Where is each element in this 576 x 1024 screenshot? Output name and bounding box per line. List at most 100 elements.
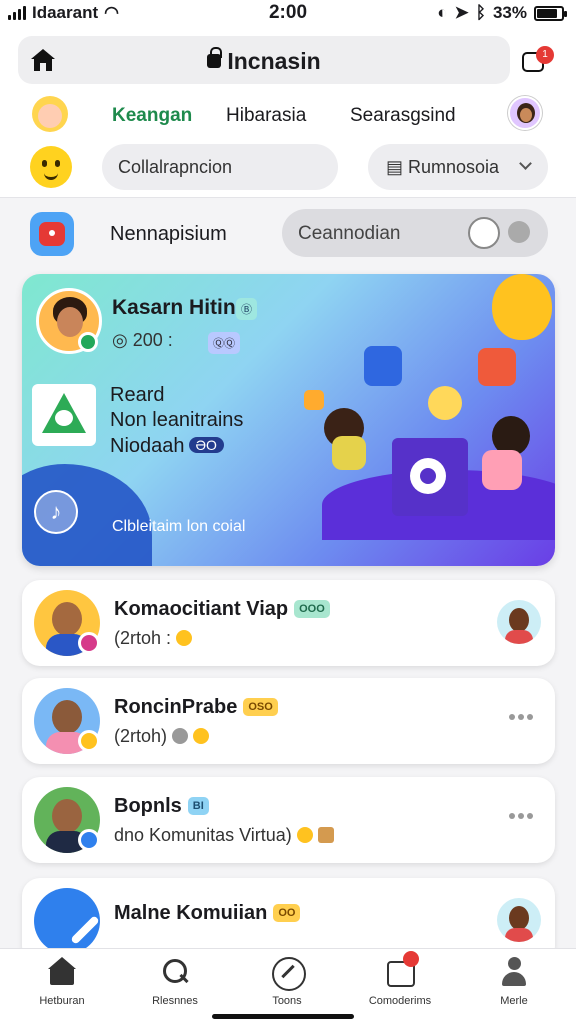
music-icon [193, 728, 210, 744]
mic-icon[interactable] [508, 221, 530, 243]
card-tag: BI [187, 797, 209, 815]
profile-avatar[interactable] [32, 96, 68, 132]
bottom-nav: Hetburan Rlesnnes Toons Comoderims Merle [0, 948, 576, 1024]
hero-line-3-text: Niodaah [110, 435, 185, 457]
tools-avatar[interactable] [34, 888, 100, 954]
app-icon[interactable] [30, 212, 74, 256]
home-indicator[interactable] [212, 1014, 354, 1019]
host-tag: Ⓑ [236, 298, 257, 320]
nav-label: Toons [272, 995, 302, 1007]
more-icon[interactable] [509, 813, 533, 819]
card-subtitle: (2rtoh : [114, 628, 193, 649]
host-meta: ◎ 200 : [112, 330, 173, 351]
status-icon [78, 632, 100, 654]
lock-icon [207, 47, 223, 68]
card-tag: OSO [243, 698, 278, 716]
online-status-icon [78, 332, 98, 352]
nav-label: Merle [500, 995, 528, 1007]
nav-label: Comoderims [368, 995, 432, 1007]
card-subtitle-text: (2rtoh : [114, 628, 172, 648]
nav-label: Rlesnnes [152, 995, 198, 1007]
member-avatar[interactable] [497, 898, 541, 942]
card-title: RoncinPrabe OSO [114, 696, 278, 719]
search-input[interactable]: Collalrapncion [102, 144, 338, 190]
search-icon [160, 957, 190, 987]
calendar-icon: ▤ [386, 157, 409, 177]
tab-hibarasia[interactable]: Hibarasia [226, 105, 306, 127]
community-logo[interactable] [32, 384, 96, 446]
list-item[interactable]: RoncinPrabe OSO (2rtoh) [22, 678, 555, 764]
tab-keangan[interactable]: Keangan [112, 105, 192, 127]
category-pill[interactable]: Ceannodian [282, 209, 548, 257]
card-title-text: RoncinPrabe [114, 696, 238, 718]
list-item[interactable]: Komaocitiant Viap OOO (2rtoh : [22, 580, 555, 666]
character-body [332, 436, 366, 470]
balloon-icon [492, 274, 552, 340]
filter-select[interactable]: ▤ Rumnosoia [368, 144, 548, 190]
status-icon [78, 829, 100, 851]
sticker-icon [317, 827, 334, 843]
home-icon [47, 957, 77, 987]
battery-percent: 33% [492, 3, 527, 22]
category-pill-label: Ceannodian [298, 223, 401, 244]
filter-select-value: Rumnosoia [408, 157, 500, 177]
smiley-icon[interactable] [30, 146, 72, 188]
speaker-box-illustration [392, 438, 468, 516]
smiley-icon [296, 827, 313, 843]
card-subtitle-text: (2rtoh) [114, 726, 168, 746]
tab-bar: Keangan Hibarasia Searasgsind [0, 92, 576, 140]
hero-line-3: Niodaah ƏO [110, 435, 224, 458]
sub-row: Nennapisium Ceannodian [0, 206, 576, 262]
badge-icon [172, 728, 189, 744]
card-tag: OO [273, 904, 301, 922]
nav-item-search[interactable]: Rlesnnes [125, 957, 225, 1007]
notification-dot [403, 951, 419, 967]
music-note-icon[interactable]: ♪ [34, 490, 78, 534]
list-item[interactable]: Bopnls BI dno Komunitas Virtua) [22, 777, 555, 863]
share-button[interactable]: 1 [520, 46, 554, 76]
music-cube-icon [364, 346, 402, 386]
card-title: Komaocitiant Viap OOO [114, 598, 330, 621]
page-title-text: Incnasin [227, 48, 321, 74]
address-bar[interactable]: Incnasin [18, 36, 510, 84]
chevron-down-icon [519, 157, 532, 170]
card-subtitle: dno Komunitas Virtua) [114, 825, 334, 846]
face-icon[interactable] [468, 217, 500, 249]
tab-searasgsind[interactable]: Searasgsind [350, 105, 456, 127]
more-icon[interactable] [509, 714, 533, 720]
card-title: Bopnls BI [114, 795, 209, 818]
character-head [428, 386, 462, 420]
member-avatar[interactable] [497, 600, 541, 644]
nav-item-explore[interactable]: Toons [237, 957, 337, 1007]
nav-item-profile[interactable]: Merle [464, 957, 564, 1007]
featured-card[interactable]: Kasarn Hitin Ⓑ ◎ 200 : ⓆⓆ Reard Non lean… [22, 274, 555, 566]
orientation-lock-icon: ◐ [437, 3, 448, 22]
card-subtitle: (2rtoh) [114, 726, 210, 747]
wrench-icon [70, 915, 100, 945]
location-icon: ➤ [454, 3, 469, 22]
card-title-text: Bopnls [114, 795, 182, 817]
meta-tag: ⓆⓆ [208, 332, 240, 354]
status-icon [78, 730, 100, 752]
battery-icon [534, 5, 567, 21]
character-body [482, 450, 522, 490]
hero-line-2: Non leanitrains [110, 409, 244, 431]
section-label: Nennapisium [110, 223, 227, 245]
coin-icon: ◎ [112, 330, 133, 350]
card-title-text: Malne Komuiian [114, 902, 268, 924]
nav-item-home[interactable]: Hetburan [12, 957, 112, 1007]
sticker-icon [304, 390, 324, 410]
nav-label: Hetburan [39, 995, 85, 1007]
page-title: Incnasin [18, 47, 510, 75]
card-tag: OOO [294, 600, 330, 618]
community-icon [385, 951, 419, 987]
status-bar: Idaarant ◠ 2:00 ◐ ➤ ᛒ 33% [0, 0, 576, 28]
notification-badge: 1 [536, 46, 554, 64]
card-subtitle-text: dno Komunitas Virtua) [114, 825, 292, 845]
gift-cube-icon [478, 348, 516, 386]
user-avatar[interactable] [508, 96, 542, 130]
hero-caption: Clbleitaim lon coial [112, 518, 246, 535]
host-meta-text: 200 : [132, 330, 173, 350]
nav-item-community[interactable]: Comoderims [350, 951, 450, 1007]
compass-icon [272, 957, 306, 991]
